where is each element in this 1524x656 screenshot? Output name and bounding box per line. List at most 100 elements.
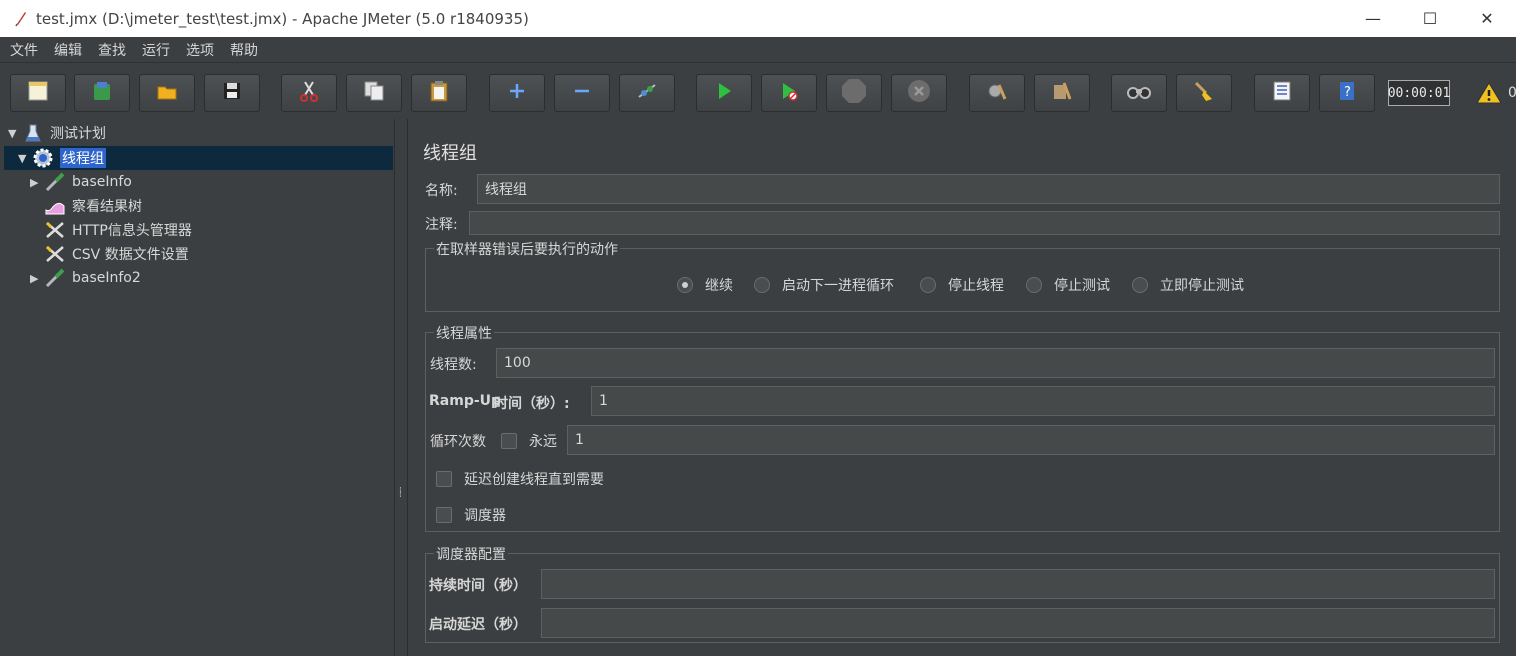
tree-item-label: baseInfo2 (72, 270, 141, 286)
radio-stop-test[interactable]: 停止测试 (1026, 275, 1110, 295)
start-button[interactable] (696, 74, 752, 112)
radio-continue[interactable]: 继续 (677, 275, 733, 295)
config-element-icon (44, 244, 66, 264)
menu-options[interactable]: 选项 (186, 40, 214, 60)
expanded-arrow-icon[interactable]: ▼ (18, 152, 32, 165)
thread-group-panel: 线程组 名称: 线程组 注释: 在取样器错误后要执行的动作 继续 启动下一进程循… (409, 119, 1516, 656)
menu-edit[interactable]: 编辑 (54, 40, 82, 60)
loop-count-label: 循环次数 (430, 434, 486, 450)
menu-run[interactable]: 运行 (142, 40, 170, 60)
save-button[interactable] (204, 74, 260, 112)
paste-icon (427, 79, 451, 107)
minimize-button[interactable]: — (1344, 0, 1402, 37)
toggle-button[interactable] (619, 74, 675, 112)
svg-text:?: ? (1344, 85, 1351, 100)
checkbox-icon[interactable] (436, 471, 452, 487)
close-button[interactable]: ✕ (1458, 0, 1516, 37)
radio-icon[interactable] (1132, 277, 1148, 293)
shutdown-button[interactable] (891, 74, 947, 112)
expanded-arrow-icon[interactable]: ▼ (8, 127, 22, 140)
duration-label: 持续时间（秒） (429, 578, 527, 594)
collapse-icon (570, 79, 594, 107)
checkbox-icon[interactable] (436, 507, 452, 523)
shutdown-icon (906, 78, 932, 108)
panel-splitter[interactable]: ⁞ ⁞ (395, 119, 408, 656)
name-field[interactable]: 线程组 (477, 174, 1500, 204)
tree-item-label: CSV 数据文件设置 (72, 247, 189, 263)
error-action-legend: 在取样器错误后要执行的动作 (434, 239, 620, 259)
radio-icon[interactable] (1026, 277, 1042, 293)
function-helper-icon (1270, 79, 1294, 107)
elapsed-timer: 00:00:01 (1388, 80, 1450, 106)
tree-item-label: 测试计划 (50, 126, 106, 142)
radio-start-next-loop[interactable]: 启动下一进程循环 (754, 275, 894, 295)
warning-icon[interactable] (1476, 81, 1502, 109)
radio-selected-icon[interactable] (677, 277, 693, 293)
start-icon (712, 79, 736, 107)
menu-file[interactable]: 文件 (10, 40, 38, 60)
tree-item-thread-group[interactable]: ▼ 线程组 (18, 146, 106, 170)
threads-field[interactable]: 100 (496, 348, 1495, 378)
scheduler-checkbox[interactable]: 调度器 (436, 505, 506, 525)
cut-icon (297, 79, 321, 107)
expand-all-button[interactable] (489, 74, 545, 112)
search-button[interactable] (1111, 74, 1167, 112)
tree-item-results-tree[interactable]: 察看结果树 (44, 194, 142, 218)
checkbox-icon[interactable] (501, 433, 517, 449)
collapsed-arrow-icon[interactable]: ▶ (30, 272, 44, 285)
loop-count-field[interactable]: 1 (567, 425, 1495, 455)
checkbox-label: 永远 (529, 434, 557, 450)
test-plan-tree: ▼ 测试计划 ▼ 线程组 ▶ baseInfo 察看结果树 HTTP信息头管理器… (0, 119, 395, 656)
open-button[interactable] (139, 74, 195, 112)
collapse-all-button[interactable] (554, 74, 610, 112)
window-title: test.jmx (D:\jmeter_test\test.jmx) - Apa… (36, 9, 529, 28)
name-label: 名称: (425, 183, 458, 199)
collapsed-arrow-icon[interactable]: ▶ (30, 176, 44, 189)
clear-button[interactable] (969, 74, 1025, 112)
expand-icon (505, 79, 529, 107)
templates-button[interactable] (74, 74, 130, 112)
clear-all-button[interactable] (1034, 74, 1090, 112)
radio-icon[interactable] (920, 277, 936, 293)
radio-stop-test-now[interactable]: 立即停止测试 (1132, 275, 1244, 295)
cut-button[interactable] (281, 74, 337, 112)
paste-button[interactable] (411, 74, 467, 112)
sampler-icon (44, 268, 66, 288)
title-bar: test.jmx (D:\jmeter_test\test.jmx) - Apa… (0, 0, 1524, 37)
forever-checkbox[interactable]: 永远 (501, 431, 557, 451)
menu-help[interactable]: 帮助 (230, 40, 258, 60)
rampup-label-en: Ramp-Up (429, 393, 502, 409)
startup-delay-field[interactable] (541, 608, 1495, 638)
radio-label: 继续 (705, 278, 733, 294)
tree-item-baseinfo[interactable]: ▶ baseInfo (30, 170, 132, 194)
tree-item-baseinfo2[interactable]: ▶ baseInfo2 (30, 266, 141, 290)
new-button[interactable] (10, 74, 66, 112)
startup-delay-label: 启动延迟（秒） (429, 617, 527, 633)
sampler-icon (44, 172, 66, 192)
radio-stop-thread[interactable]: 停止线程 (920, 275, 1004, 295)
clear-all-icon (1050, 79, 1074, 107)
copy-button[interactable] (346, 74, 402, 112)
rampup-field[interactable]: 1 (591, 386, 1495, 416)
menu-search[interactable]: 查找 (98, 40, 126, 60)
start-no-pauses-button[interactable] (761, 74, 817, 112)
stop-button[interactable] (826, 74, 882, 112)
function-helper-button[interactable] (1254, 74, 1310, 112)
tree-item-label: baseInfo (72, 174, 132, 190)
tree-item-test-plan[interactable]: ▼ 测试计划 (8, 121, 106, 145)
help-button[interactable]: ? (1319, 74, 1375, 112)
reset-search-icon (1192, 79, 1216, 107)
comment-field[interactable] (469, 211, 1500, 235)
new-icon (26, 79, 50, 107)
delay-thread-creation-checkbox[interactable]: 延迟创建线程直到需要 (436, 469, 604, 489)
radio-icon[interactable] (754, 277, 770, 293)
tree-item-csv-data-set[interactable]: CSV 数据文件设置 (44, 242, 189, 266)
save-icon (220, 79, 244, 107)
reset-search-button[interactable] (1176, 74, 1232, 112)
threads-label: 线程数: (430, 357, 477, 373)
tree-item-http-header-manager[interactable]: HTTP信息头管理器 (44, 218, 192, 242)
maximize-button[interactable]: ☐ (1401, 0, 1459, 37)
duration-field[interactable] (541, 569, 1495, 599)
splitter-grip-icon[interactable]: ⁞ ⁞ (399, 487, 402, 500)
tree-item-label: HTTP信息头管理器 (72, 223, 192, 239)
